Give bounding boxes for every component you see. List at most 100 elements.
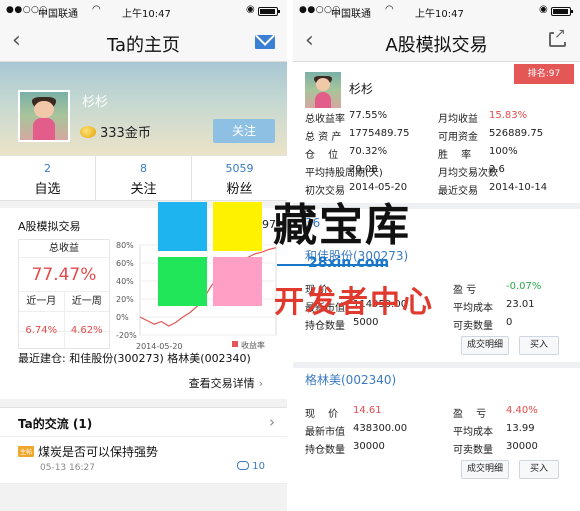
overview-key: 月均收益 — [438, 114, 478, 125]
y-tick-label: 20% — [116, 295, 134, 304]
week-value: 4.62% — [70, 325, 103, 336]
avg-cost-value: 13.99 — [506, 423, 535, 434]
y-tick-label: 0% — [116, 313, 129, 322]
chevron-right-icon: › — [258, 377, 263, 390]
sellable-label: 可卖数量 — [453, 445, 493, 456]
overview-key: 胜 率 — [438, 150, 472, 161]
comment-count[interactable]: 10 — [237, 461, 265, 472]
profit-label: 盈 亏 — [453, 285, 477, 296]
trade-detail-button[interactable]: 成交明细 — [461, 460, 509, 479]
month-value: 6.74% — [19, 312, 65, 349]
talk-section-header[interactable]: Ta的交流 (1) › — [0, 407, 287, 437]
status-time: 上午10:47 — [415, 9, 464, 20]
buy-button[interactable]: 买入 — [519, 460, 559, 479]
coins-label: 333金币 — [80, 122, 151, 141]
coin-icon — [80, 126, 96, 138]
status-time: 上午10:47 — [122, 9, 171, 20]
talk-item[interactable]: 主帖 煤炭是否可以保持强势 05-13 16:27 10 — [0, 437, 287, 484]
overview-key: 总收益率 — [305, 114, 345, 125]
total-return-value: 77.47% — [19, 258, 109, 292]
mail-icon[interactable] — [255, 35, 275, 49]
comment-icon — [237, 461, 250, 470]
overview-value: 2014-05-20 — [349, 182, 408, 193]
nav-bar: ‹ Ta的主页 — [0, 22, 287, 62]
overview-key: 总 资 产 — [305, 132, 342, 143]
price-value: 14.61 — [353, 405, 382, 416]
buy-button[interactable]: 买入 — [519, 336, 559, 355]
overview-key: 最近交易 — [438, 186, 478, 197]
stat-num: 2 — [44, 162, 51, 175]
username: 杉杉 — [82, 95, 109, 110]
overview-key: 可用资金 — [438, 132, 478, 143]
overview-value: 77.55% — [349, 110, 388, 121]
page-title: Ta的主页 — [106, 35, 181, 56]
watermark-logo — [158, 202, 264, 308]
stat-watchlist[interactable]: 2 自选 — [0, 156, 96, 200]
stats-bar: 2 自选 8 关注 5059 粉丝 — [0, 155, 287, 201]
stat-label: 粉丝 — [226, 182, 253, 197]
return-box: 总收益 77.47% 近一月 近一周 6.74% 4.62% — [18, 239, 110, 349]
avg-cost-value: 23.01 — [506, 299, 535, 310]
stat-label: 关注 — [130, 182, 157, 197]
overview-value: 2.6 — [489, 164, 505, 175]
battery-icon — [258, 7, 280, 16]
logo-square-3 — [158, 257, 207, 306]
market-value: 438300.00 — [353, 423, 408, 434]
chevron-right-icon: › — [269, 413, 275, 431]
carrier-label: 中国联通 — [331, 9, 371, 20]
avatar[interactable] — [18, 90, 70, 142]
y-tick-label: 60% — [116, 259, 134, 268]
trade-title: A股模拟交易 — [18, 220, 81, 233]
detail-link-label: 查看交易详情 — [188, 377, 255, 390]
trade-detail-link[interactable]: 查看交易详情 › — [189, 375, 263, 391]
sellable-label: 可卖数量 — [453, 321, 493, 332]
overview-value: 526889.75 — [489, 128, 544, 139]
comment-count-value: 10 — [252, 461, 265, 472]
talk-time: 05-13 16:27 — [40, 463, 95, 473]
overview-value: 15.83% — [489, 110, 528, 121]
username: 杉杉 — [349, 82, 374, 96]
market-value-label: 最新市值 — [305, 427, 345, 438]
overview-value: 100% — [489, 146, 518, 157]
overview-value: 2014-10-14 — [489, 182, 548, 193]
talk-text: 煤炭是否可以保持强势 — [38, 445, 159, 459]
y-tick-label: 80% — [116, 241, 134, 250]
legend-swatch — [232, 341, 238, 347]
logo-square-1 — [158, 202, 207, 251]
watermark-url: 28xin.com — [308, 255, 390, 271]
position-name[interactable]: 格林美(002340) — [305, 371, 396, 388]
status-bar: ●●○○○ 中国联通 ◠ 上午10:47 ◉ — [0, 0, 287, 22]
share-icon[interactable] — [549, 26, 566, 47]
y-tick-label: 40% — [116, 277, 134, 286]
logo-square-2 — [213, 202, 262, 251]
overview-value: 1775489.75 — [349, 128, 410, 139]
avatar[interactable] — [305, 72, 341, 108]
legend-label: 收益率 — [241, 340, 265, 350]
quantity-value: 30000 — [353, 441, 385, 452]
rotation-lock-icon: ◉ — [246, 4, 255, 15]
quantity-label: 持仓数量 — [305, 445, 345, 456]
overview-value: 20.08 — [349, 164, 378, 175]
follow-button[interactable]: 关注 — [213, 119, 275, 143]
y-tick-label: -20% — [116, 331, 137, 340]
carrier-label: 中国联通 — [38, 9, 78, 20]
overview-key: 仓 位 — [305, 150, 339, 161]
stat-fans[interactable]: 5059 粉丝 — [192, 156, 287, 200]
stat-following[interactable]: 8 关注 — [96, 156, 192, 200]
sellable-value: 30000 — [506, 441, 538, 452]
profit-value: -0.07% — [506, 281, 542, 292]
recent-positions: 最近建仓: 和佳股份(300273) 格林美(002340) — [18, 352, 251, 365]
rotation-lock-icon: ◉ — [539, 4, 548, 15]
coins-value: 333金币 — [100, 126, 151, 141]
sellable-value: 0 — [506, 317, 513, 328]
post-tag: 主帖 — [18, 446, 35, 457]
overview-key: 初次交易 — [305, 186, 345, 197]
wifi-icon: ◠ — [92, 4, 101, 15]
overview-value: 70.32% — [349, 146, 388, 157]
month-label: 近一月 — [19, 292, 65, 311]
profit-value: 4.40% — [506, 405, 538, 416]
total-return-label: 总收益 — [19, 240, 109, 258]
trade-detail-button[interactable]: 成交明细 — [461, 336, 509, 355]
price-label: 现 价 — [305, 409, 339, 420]
wifi-icon: ◠ — [385, 4, 394, 15]
